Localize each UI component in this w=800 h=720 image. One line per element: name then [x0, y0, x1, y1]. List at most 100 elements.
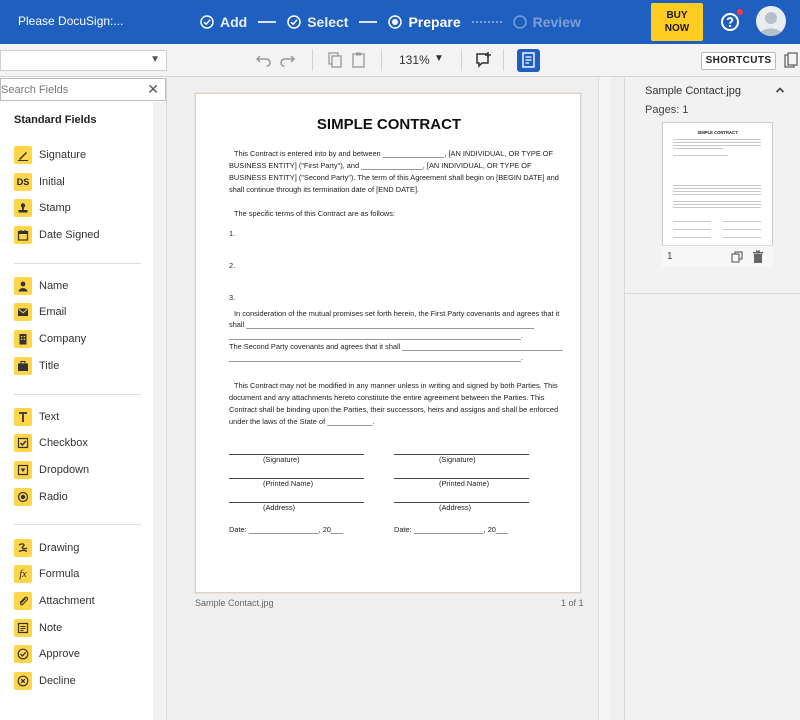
- building-icon: [14, 330, 32, 348]
- doc-text: 3.: [229, 293, 236, 302]
- thumbnail-line: [673, 201, 761, 202]
- field-signature[interactable]: Signature: [14, 145, 86, 165]
- divider: [14, 263, 141, 264]
- field-formula[interactable]: fx Formula: [14, 564, 79, 584]
- step-add[interactable]: Add: [200, 14, 247, 30]
- field-radio[interactable]: Radio: [14, 487, 68, 507]
- chevron-down-icon[interactable]: ▼: [434, 53, 444, 64]
- thumbnail-line: [673, 221, 711, 222]
- comment-add-icon[interactable]: [475, 51, 493, 69]
- envelope-title[interactable]: Please DocuSign:...: [18, 14, 123, 28]
- person-icon: [14, 277, 32, 295]
- duplicate-page-icon[interactable]: [731, 251, 743, 263]
- field-label: Attachment: [39, 595, 95, 607]
- field-list-button[interactable]: [517, 49, 540, 72]
- thumbnail-line: [673, 194, 761, 195]
- field-text[interactable]: Text: [14, 407, 59, 427]
- field-checkbox[interactable]: Checkbox: [14, 433, 88, 453]
- fields-scrollbar[interactable]: [153, 102, 166, 720]
- divider: [14, 394, 141, 395]
- thumbnail-line: [723, 221, 761, 222]
- field-drawing[interactable]: Drawing: [14, 538, 79, 558]
- copy-icon[interactable]: [326, 51, 344, 69]
- step-review[interactable]: Review: [512, 14, 581, 30]
- paste-icon[interactable]: [350, 51, 368, 69]
- doc-text: The specific terms of this Contract are …: [234, 209, 396, 218]
- field-date-signed[interactable]: Date Signed: [14, 225, 100, 245]
- field-label: Formula: [39, 568, 80, 580]
- field-decline[interactable]: Decline: [14, 671, 76, 691]
- step-prepare-label: Prepare: [408, 14, 461, 30]
- document-edit-icon: [522, 52, 535, 68]
- doc-text: (Signature): [263, 455, 300, 464]
- close-icon[interactable]: ✕: [147, 81, 159, 98]
- buy-now-button[interactable]: BUY NOW: [651, 3, 703, 41]
- text-icon: [14, 408, 32, 426]
- field-dropdown[interactable]: Dropdown: [14, 460, 89, 480]
- radio-icon: [14, 488, 32, 506]
- recipient-dropdown[interactable]: ▼: [0, 50, 167, 71]
- field-label: Text: [39, 411, 60, 423]
- toolbar-divider: [503, 49, 504, 71]
- thumbnail-line: [723, 229, 761, 230]
- thumbnail-line: [673, 204, 761, 205]
- undo-icon[interactable]: [255, 51, 273, 69]
- step-add-label: Add: [220, 14, 248, 30]
- doc-text: (Address): [439, 503, 472, 512]
- field-name[interactable]: Name: [14, 276, 68, 296]
- top-bar: Please DocuSign:... Add Select Prepare R…: [0, 0, 800, 44]
- field-label: Approve: [39, 648, 80, 660]
- thumbnail-line: [673, 229, 711, 230]
- thumbnail-page-number: 1: [667, 251, 673, 262]
- doc-text: Contract shall be binding upon the Parti…: [229, 405, 559, 414]
- field-note[interactable]: Note: [14, 618, 62, 638]
- field-attachment[interactable]: Attachment: [14, 591, 95, 611]
- step-separator: [359, 21, 378, 23]
- thumbnail-line: [673, 207, 761, 208]
- field-label: Checkbox: [39, 437, 88, 449]
- redo-icon[interactable]: [278, 51, 296, 69]
- document-scrollbar[interactable]: [598, 77, 610, 720]
- doc-text: This Contract may not be modified in any…: [234, 381, 558, 390]
- approve-icon: [14, 645, 32, 663]
- field-stamp[interactable]: Stamp: [14, 198, 71, 218]
- thumbnail-line: [673, 191, 761, 192]
- field-title[interactable]: Title: [14, 356, 59, 376]
- chevron-up-icon[interactable]: [775, 85, 785, 95]
- field-company[interactable]: Company: [14, 329, 86, 349]
- zoom-level[interactable]: 131%: [399, 53, 430, 67]
- stamp-icon: [14, 199, 32, 217]
- avatar[interactable]: [756, 6, 786, 36]
- step-select[interactable]: Select: [287, 14, 348, 30]
- pages-panel-icon[interactable]: [784, 52, 798, 68]
- step-prepare[interactable]: Prepare: [388, 14, 461, 30]
- doc-text: 1.: [229, 229, 236, 238]
- search-fields-input[interactable]: Search Fields ✕: [0, 78, 166, 101]
- notification-dot: [737, 9, 743, 15]
- thumbnail-line: [673, 145, 761, 146]
- chevron-down-icon: ▼: [150, 54, 160, 65]
- divider: [14, 524, 141, 525]
- thumbnail-line: [673, 188, 761, 189]
- fields-panel: Search Fields ✕ Standard Fields Signatur…: [0, 77, 167, 720]
- paperclip-icon: [14, 592, 32, 610]
- drawing-icon: [14, 539, 32, 557]
- document-page[interactable]: SIMPLE CONTRACT This Contract is entered…: [195, 93, 581, 593]
- thumbnail-line: [673, 142, 761, 143]
- formula-icon: fx: [14, 565, 32, 583]
- field-approve[interactable]: Approve: [14, 644, 80, 664]
- trash-icon[interactable]: [752, 250, 764, 264]
- field-initial[interactable]: DS Initial: [14, 172, 65, 192]
- field-email[interactable]: Email: [14, 302, 67, 322]
- doc-text: document and any attachments hereto cons…: [229, 393, 545, 402]
- document-filename: Sample Contact.jpg: [195, 598, 274, 608]
- doc-text: BUSINESS ENTITY] ("Second Party"). The t…: [229, 173, 559, 182]
- thumbnail-line: [723, 237, 761, 238]
- doc-text: This Contract is entered into by and bet…: [234, 149, 554, 158]
- help-button[interactable]: [720, 9, 743, 32]
- progress-steps: Add Select Prepare Review: [200, 0, 581, 44]
- field-label: Signature: [39, 149, 87, 161]
- thumbnail-footer: 1: [662, 245, 773, 267]
- shortcuts-button[interactable]: SHORTCUTS: [701, 52, 776, 70]
- doc-text: (Printed Name): [263, 479, 314, 488]
